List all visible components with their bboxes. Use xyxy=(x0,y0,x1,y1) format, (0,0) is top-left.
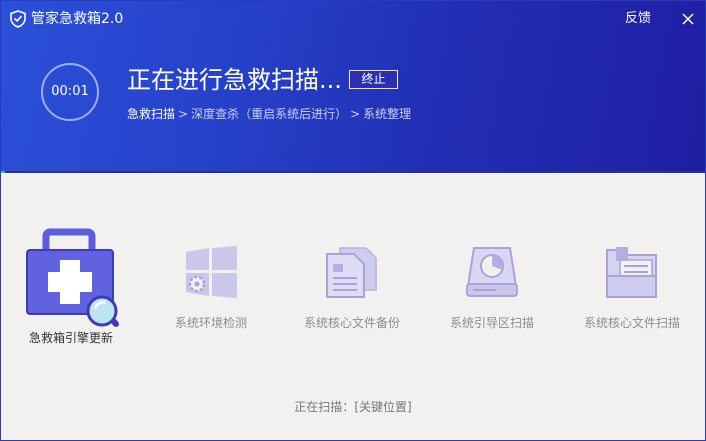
task-label: 系统核心文件扫描 xyxy=(583,316,681,330)
stop-button[interactable]: 终止 xyxy=(349,70,398,89)
windows-settings-icon xyxy=(186,246,237,298)
title-bar[interactable]: 管家急救箱2.0 反馈 xyxy=(1,1,705,37)
first-aid-kit-icon xyxy=(26,228,119,327)
scan-headline: 正在进行急救扫描... xyxy=(127,66,342,94)
header-banner: 管家急救箱2.0 反馈 00:01 正在进行急救扫描... 终止 急救扫描 > 深度… xyxy=(1,1,705,171)
task-label: 急救箱引擎更新 xyxy=(28,331,114,345)
app-title: 管家急救箱2.0 xyxy=(31,11,124,27)
app-window: 管家急救箱2.0 反馈 00:01 正在进行急救扫描... 终止 急救扫描 > 深度… xyxy=(0,0,706,441)
elapsed-timer: 00:01 xyxy=(41,63,99,121)
close-icon[interactable] xyxy=(678,9,698,29)
scan-progress-track xyxy=(1,171,705,173)
disk-drive-icon xyxy=(466,247,518,297)
feedback-link[interactable]: 反馈 xyxy=(625,10,651,28)
status-prefix: 正在扫描： xyxy=(294,400,355,414)
step-first-aid-scan: 急救扫描 xyxy=(127,107,176,121)
task-label: 系统引导区扫描 xyxy=(449,316,535,330)
task-label: 系统环境检测 xyxy=(174,316,248,330)
scan-progress-fill xyxy=(1,171,5,173)
step-separator: > xyxy=(178,107,189,121)
step-breadcrumb: 急救扫描 > 深度查杀（重启系统后进行） > 系统整理 xyxy=(127,106,411,122)
folder-icon xyxy=(606,247,657,298)
shield-logo-icon xyxy=(10,10,26,28)
step-separator: > xyxy=(350,107,361,121)
step-deep-scan: 深度查杀（重启系统后进行） xyxy=(191,107,348,121)
scan-status: 正在扫描：[关键位置] xyxy=(1,399,705,415)
status-target: [关键位置] xyxy=(354,400,412,414)
task-label: 系统核心文件备份 xyxy=(303,316,401,330)
document-copy-icon xyxy=(326,247,377,298)
timer-value: 00:01 xyxy=(51,84,89,99)
step-system-cleanup: 系统整理 xyxy=(363,107,412,121)
